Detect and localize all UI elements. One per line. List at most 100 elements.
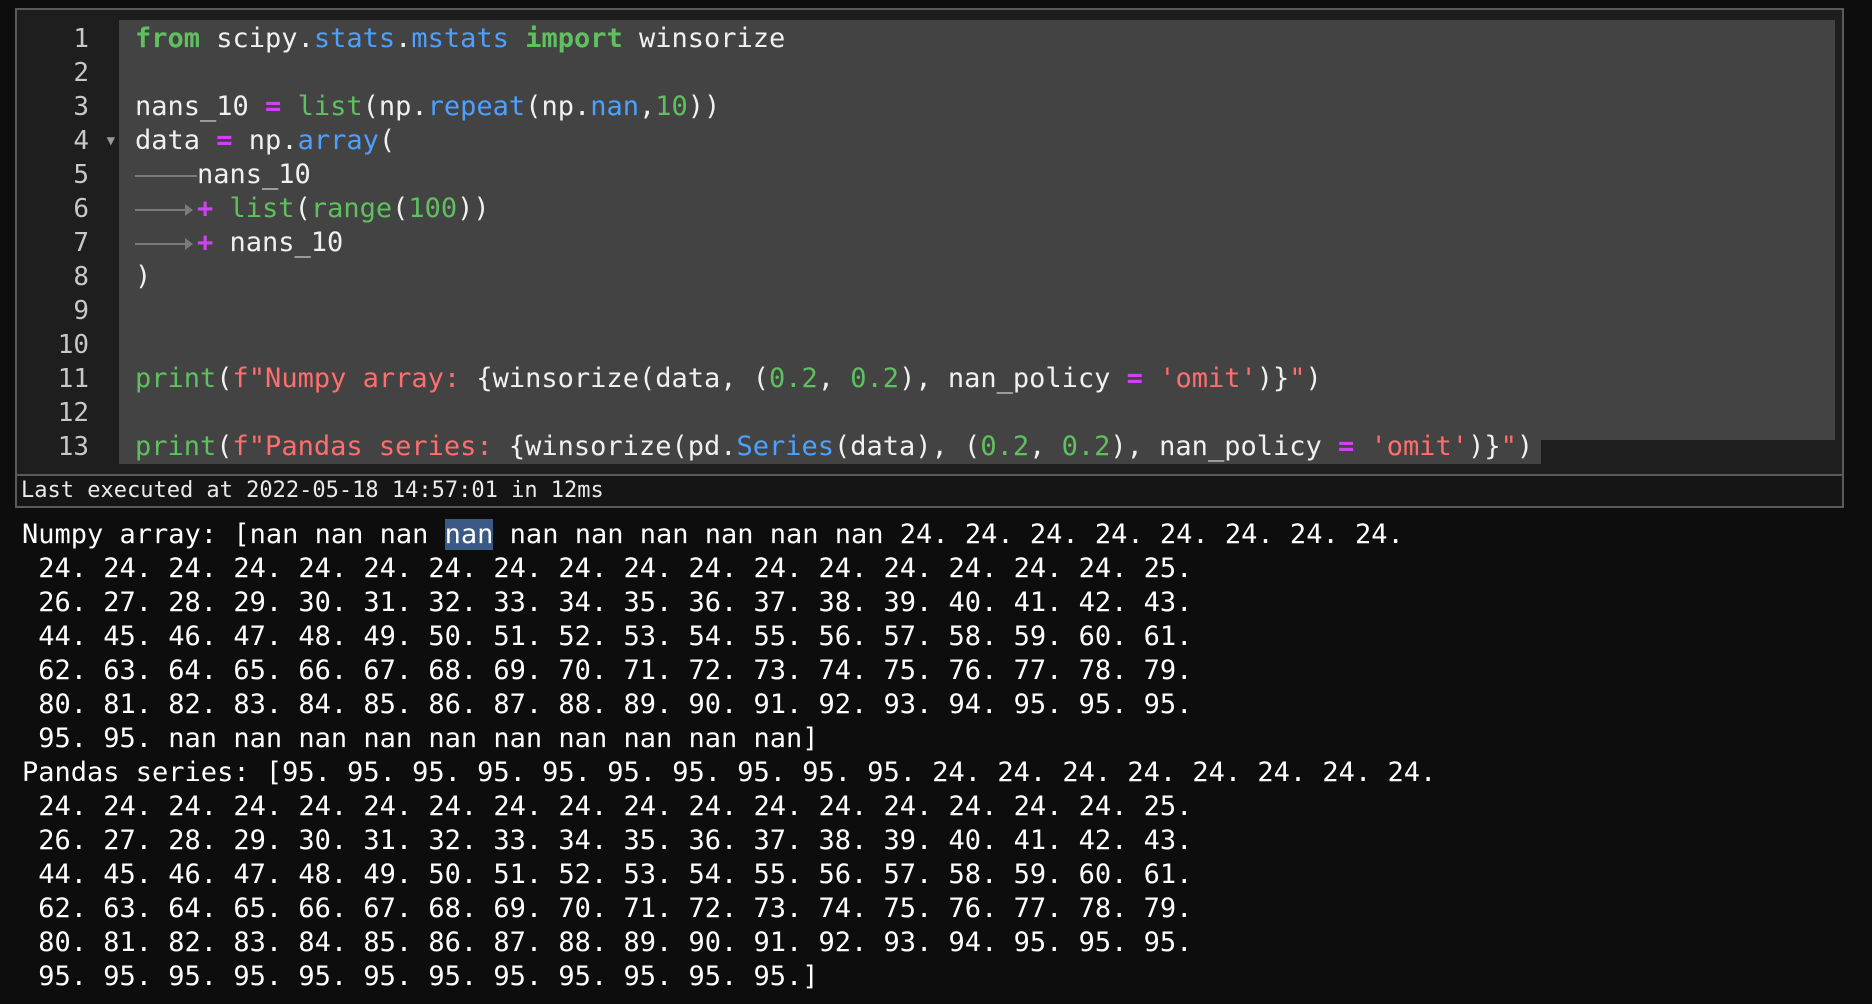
code-text: nans_10 [213,227,344,258]
module-name: mstats [411,23,509,54]
code-line: print(f"Numpy array: {winsorize(data, (0… [119,362,1842,396]
line-number: 4 [73,126,89,156]
line-number: 1 [73,24,89,54]
tab-arrow-icon [135,226,197,260]
code-text: scipy. [200,23,314,54]
code-text: ( [216,363,233,394]
code-line: print(f"Pandas series: {winsorize(pd.Ser… [119,430,1542,464]
line-number: 3 [73,92,89,122]
code-text: data [135,125,217,156]
string-literal: 'omit' [1370,431,1469,462]
code-line: + nans_10 [119,226,1842,260]
code-text: )} [1256,363,1290,394]
code-text: nans_10 [197,159,311,190]
class-name: Series [736,431,835,462]
code-editor[interactable]: 1 2 3 4 ▼ 5 6 7 8 9 10 11 12 13 from sci… [17,10,1842,476]
code-text: )) [687,91,721,122]
string-literal: " [1289,363,1306,394]
indent-guide [135,174,197,177]
code-text: (data), ( [834,431,981,462]
line-number: 9 [73,296,89,326]
execution-status-bar: Last executed at 2022-05-18 14:57:01 in … [17,474,1842,506]
attribute-name: nan [590,91,639,122]
code-text: )) [457,193,490,224]
code-text: ) [135,261,152,292]
line-number: 5 [73,160,89,190]
code-line: nans_10 = list(np.repeat(np.nan,10)) [119,90,1842,124]
operator: = [265,91,282,122]
code-text: , [1029,431,1062,462]
output-line: 24. 24. 24. 24. 24. 24. 24. 24. 24. 24. … [22,553,1193,584]
code-text: {winsorize(data, ( [476,363,769,394]
code-text: ), nan_policy [1110,431,1338,462]
code-line: + list(range(100)) [119,192,1842,226]
output-line: 62. 63. 64. 65. 66. 67. 68. 69. 70. 71. … [22,655,1193,686]
keyword: from [135,23,201,54]
keyword: import [525,23,623,54]
number-literal: 10 [655,91,688,122]
operator: + [197,193,214,224]
line-number: 13 [57,432,89,462]
code-lines[interactable]: from scipy.stats.mstats import winsorize… [119,22,1842,464]
string-literal: f"Numpy array: [232,363,477,394]
output-line: Numpy array: [nan nan nan nan nan nan na… [22,518,1852,552]
string-literal: f"Pandas series: [232,431,509,462]
code-line: data = np.array( [119,124,1842,158]
number-literal: 0.2 [980,431,1030,462]
tab-arrow-icon [135,192,197,226]
code-line: nans_10 [119,158,1842,192]
builtin: list [229,193,295,224]
output-line: 80. 81. 82. 83. 84. 85. 86. 87. 88. 89. … [22,689,1193,720]
output-line: 44. 45. 46. 47. 48. 49. 50. 51. 52. 53. … [22,859,1193,890]
code-text: (np. [525,91,591,122]
builtin: list [297,91,363,122]
code-text: (np. [362,91,428,122]
code-text: ) [1305,363,1322,394]
output-line: 95. 95. 95. 95. 95. 95. 95. 95. 95. 95. … [22,961,819,992]
string-literal: 'omit' [1159,363,1257,394]
builtin: print [135,431,217,462]
code-text: nans_10 [135,91,266,122]
output-line: 95. 95. nan nan nan nan nan nan nan nan … [22,723,819,754]
output-line: 80. 81. 82. 83. 84. 85. 86. 87. 88. 89. … [22,927,1193,958]
code-text: ), nan_policy [899,363,1127,394]
code-line: ) [119,260,1842,294]
output-line: 24. 24. 24. 24. 24. 24. 24. 24. 24. 24. … [22,791,1193,822]
output-line: 26. 27. 28. 29. 30. 31. 32. 33. 34. 35. … [22,587,1193,618]
line-number: 2 [73,58,89,88]
output-line: Pandas series: [95. 95. 95. 95. 95. 95. … [22,757,1437,788]
output-line: 44. 45. 46. 47. 48. 49. 50. 51. 52. 53. … [22,621,1193,652]
number-literal: 100 [408,193,458,224]
code-text: , [639,91,656,122]
operator: = [216,125,233,156]
number-literal: 0.2 [850,363,900,394]
code-line: from scipy.stats.mstats import winsorize [119,22,1842,56]
cell-output[interactable]: Numpy array: [nan nan nan nan nan nan na… [22,518,1852,994]
line-number-with-fold: 4 ▼ [17,124,119,158]
output-text: Numpy array: [nan nan nan [22,519,445,550]
line-number: 10 [57,330,89,360]
code-cell[interactable]: 1 2 3 4 ▼ 5 6 7 8 9 10 11 12 13 from sci… [15,8,1844,508]
code-text: ( [392,193,409,224]
builtin: range [310,193,393,224]
output-text: nan nan nan nan nan nan 24. 24. 24. 24. … [493,519,1404,550]
string-literal: " [1500,431,1517,462]
code-text: ( [378,125,396,156]
code-text: winsorize [622,23,786,54]
code-text: )} [1468,431,1501,462]
fold-arrow-icon[interactable]: ▼ [107,124,115,158]
code-text: ) [1516,431,1534,462]
selected-text[interactable]: nan [444,519,494,550]
operator: + [197,227,214,258]
code-text: , [817,363,851,394]
operator: = [1126,363,1143,394]
number-literal: 0.2 [1061,431,1111,462]
